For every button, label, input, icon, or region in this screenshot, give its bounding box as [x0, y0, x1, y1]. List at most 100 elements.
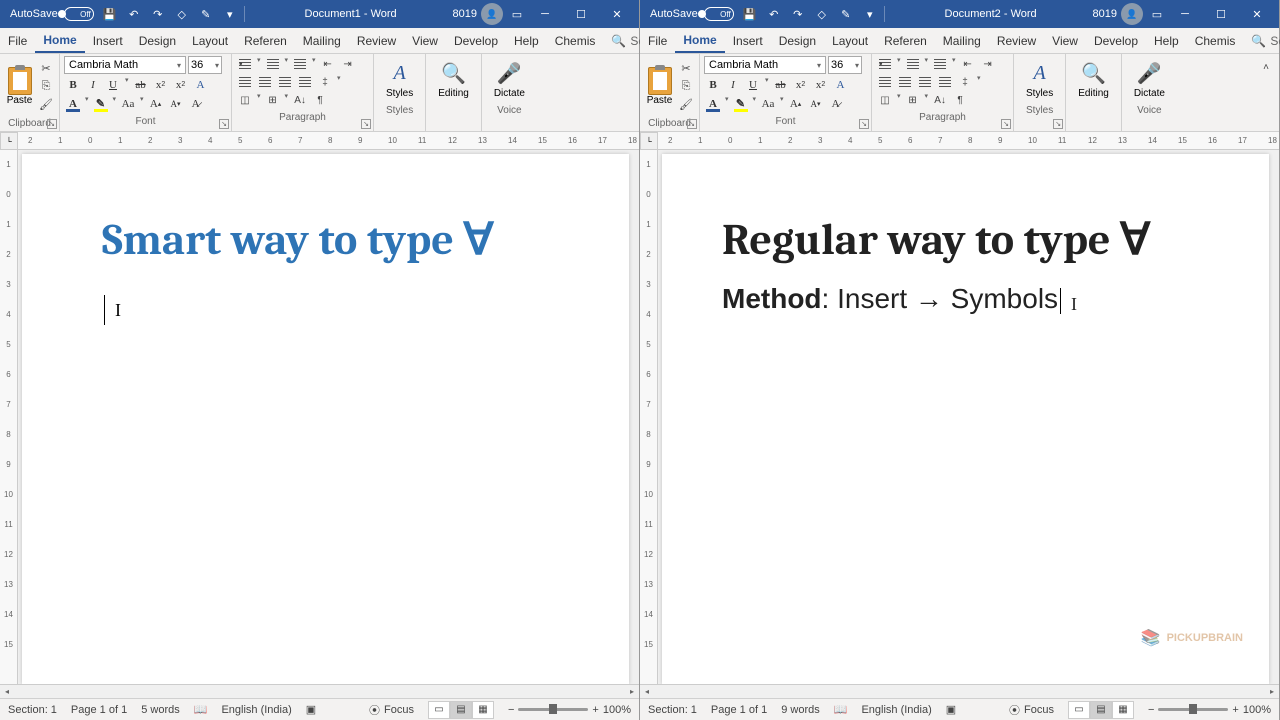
dialog-launcher-icon[interactable]: ↘: [1001, 119, 1011, 129]
horizontal-scrollbar[interactable]: ◂ ▸: [0, 684, 639, 698]
scroll-right-icon[interactable]: ▸: [625, 685, 639, 699]
tab-help[interactable]: Help: [1146, 28, 1187, 53]
decrease-indent-button[interactable]: ⇤: [959, 56, 977, 72]
tab-developer[interactable]: Develop: [446, 28, 506, 53]
touch-mode-icon[interactable]: ◇: [172, 4, 192, 24]
editing-button[interactable]: 🔍 Editing: [430, 56, 477, 103]
dropdown-icon[interactable]: ▾: [124, 76, 130, 93]
grow-font-button[interactable]: A▴: [787, 95, 805, 112]
font-size-combo[interactable]: 36▾: [828, 56, 862, 74]
heading-text[interactable]: Regular way to type ∀: [722, 214, 1199, 265]
change-case-button[interactable]: Aa: [119, 95, 137, 112]
redo-icon[interactable]: ↷: [148, 4, 168, 24]
change-case-button[interactable]: Aa: [759, 95, 777, 112]
heading-text[interactable]: Smart way to type ∀: [102, 214, 559, 265]
close-button[interactable]: ✕: [599, 0, 635, 28]
highlight-button[interactable]: ✎: [732, 95, 750, 112]
dropdown-icon[interactable]: ▾: [84, 95, 90, 112]
underline-button[interactable]: U: [744, 76, 762, 93]
quick-access-icon[interactable]: ✎: [196, 4, 216, 24]
vertical-ruler[interactable]: 10123456789101112131415: [640, 150, 658, 684]
borders-button[interactable]: ⊞: [264, 92, 282, 108]
web-layout-icon[interactable]: ▦: [472, 701, 494, 719]
dictate-button[interactable]: 🎤 Dictate: [486, 56, 533, 103]
sort-button[interactable]: A↓: [931, 92, 949, 108]
word-count[interactable]: 9 words: [781, 704, 820, 716]
maximize-button[interactable]: ☐: [1203, 0, 1239, 28]
copy-icon[interactable]: ⎘: [37, 78, 55, 94]
styles-button[interactable]: A Styles: [1018, 56, 1061, 103]
macro-icon[interactable]: ▣: [306, 703, 316, 716]
scroll-right-icon[interactable]: ▸: [1265, 685, 1279, 699]
[interactable]: File: [640, 28, 675, 53]
line-spacing-button[interactable]: ‡: [956, 74, 974, 90]
align-right-button[interactable]: [276, 74, 294, 90]
page-indicator[interactable]: Page 1 of 1: [71, 704, 127, 716]
user-avatar-icon[interactable]: 👤: [1121, 3, 1143, 25]
save-icon[interactable]: 💾: [740, 4, 760, 24]
tab-insert[interactable]: Insert: [725, 28, 771, 53]
body-text[interactable]: Method: Insert → SymbolsI: [722, 283, 1199, 315]
qat-dropdown-icon[interactable]: ▾: [220, 4, 240, 24]
tab-insert[interactable]: Insert: [85, 28, 131, 53]
highlight-button[interactable]: ✎: [92, 95, 110, 112]
horizontal-ruler[interactable]: 210123456789101112131415161718: [658, 132, 1279, 150]
shading-button[interactable]: ◫: [876, 92, 894, 108]
font-name-combo[interactable]: Cambria Math▾: [704, 56, 826, 74]
sort-button[interactable]: A↓: [291, 92, 309, 108]
tab-review[interactable]: Review: [349, 28, 404, 53]
text-effects-button[interactable]: A: [832, 76, 850, 93]
cut-icon[interactable]: ✂: [37, 60, 55, 76]
zoom-slider[interactable]: [518, 708, 588, 711]
close-button[interactable]: ✕: [1239, 0, 1275, 28]
tab-chemistry[interactable]: Chemis: [1187, 28, 1244, 53]
subscript-button[interactable]: x2: [792, 76, 810, 93]
print-layout-icon[interactable]: ▤: [1090, 701, 1112, 719]
section-indicator[interactable]: Section: 1: [8, 704, 57, 716]
tab-design[interactable]: Design: [131, 28, 184, 53]
paste-button[interactable]: Paste: [644, 67, 675, 106]
page[interactable]: Smart way to type ∀ I: [22, 154, 629, 684]
tab-home[interactable]: Home: [675, 28, 724, 53]
read-mode-icon[interactable]: ▭: [428, 701, 450, 719]
toggle-off[interactable]: Off: [704, 7, 734, 21]
ribbon-display-icon[interactable]: ▭: [1147, 4, 1167, 24]
font-color-button[interactable]: A: [704, 95, 722, 112]
read-mode-icon[interactable]: ▭: [1068, 701, 1090, 719]
shrink-font-button[interactable]: A▾: [807, 95, 825, 112]
zoom-in-icon[interactable]: +: [1232, 704, 1238, 716]
language-indicator[interactable]: English (India): [221, 704, 291, 716]
print-layout-icon[interactable]: ▤: [450, 701, 472, 719]
dropdown-icon[interactable]: ▾: [112, 95, 118, 112]
tab-references[interactable]: Referen: [876, 28, 935, 53]
dialog-launcher-icon[interactable]: ↘: [859, 119, 869, 129]
font-size-combo[interactable]: 36▾: [188, 56, 222, 74]
numbering-button[interactable]: [264, 56, 282, 72]
bullets-button[interactable]: [876, 56, 894, 72]
tab-design[interactable]: Design: [771, 28, 824, 53]
align-left-button[interactable]: [876, 74, 894, 90]
tab-mailings[interactable]: Mailing: [935, 28, 989, 53]
align-right-button[interactable]: [916, 74, 934, 90]
justify-button[interactable]: [936, 74, 954, 90]
zoom-slider[interactable]: [1158, 708, 1228, 711]
focus-mode[interactable]: ⦿ Focus: [369, 702, 414, 718]
tab-references[interactable]: Referen: [236, 28, 295, 53]
font-name-combo[interactable]: Cambria Math▾: [64, 56, 186, 74]
autosave-toggle[interactable]: AutoSave Off: [4, 7, 100, 21]
align-center-button[interactable]: [896, 74, 914, 90]
zoom-out-icon[interactable]: −: [508, 704, 514, 716]
strikethrough-button[interactable]: ab: [772, 76, 790, 93]
bold-button[interactable]: B: [704, 76, 722, 93]
strikethrough-button[interactable]: ab: [132, 76, 150, 93]
save-icon[interactable]: 💾: [100, 4, 120, 24]
redo-icon[interactable]: ↷: [788, 4, 808, 24]
dialog-launcher-icon[interactable]: ↘: [219, 119, 229, 129]
macro-icon[interactable]: ▣: [946, 703, 956, 716]
underline-button[interactable]: U: [104, 76, 122, 93]
shrink-font-button[interactable]: A▾: [167, 95, 185, 112]
tab-file[interactable]: File: [0, 28, 35, 53]
section-indicator[interactable]: Section: 1: [648, 704, 697, 716]
tab-view[interactable]: View: [404, 28, 446, 53]
zoom-control[interactable]: − + 100%: [1148, 704, 1271, 716]
